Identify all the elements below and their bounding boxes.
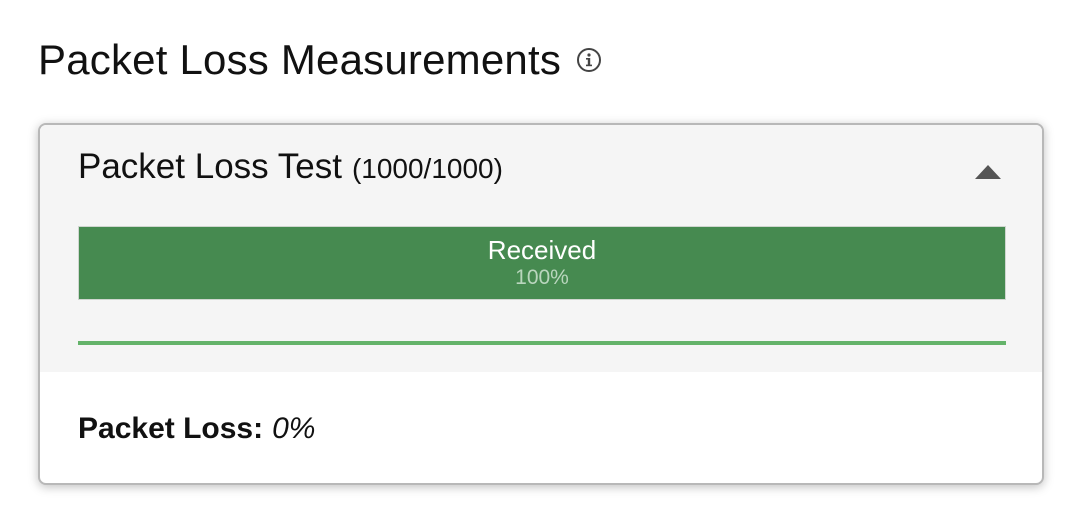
test-name: Packet Loss Test	[78, 147, 342, 186]
received-percent: 100%	[515, 266, 569, 289]
received-bar-labels: Received 100%	[79, 227, 1005, 299]
collapse-toggle-button[interactable]	[972, 161, 1004, 183]
received-label: Received	[487, 235, 597, 265]
packet-loss-card: Packet Loss Test (1000/1000) Received 10…	[38, 123, 1044, 485]
packet-loss-label: Packet Loss:	[78, 412, 264, 445]
test-heading[interactable]: Packet Loss Test (1000/1000)	[78, 147, 503, 191]
triangle-up-icon	[975, 165, 1001, 179]
page-header: Packet Loss Measurements	[38, 34, 603, 86]
card-header-section: Packet Loss Test (1000/1000) Received 10…	[40, 125, 1042, 372]
packet-loss-value: 0%	[272, 412, 316, 445]
packet-loss-summary: Packet Loss: 0%	[78, 412, 315, 446]
received-bar: Received 100%	[78, 226, 1006, 300]
test-count: (1000/1000)	[351, 153, 503, 184]
progress-line	[78, 341, 1006, 345]
page-title: Packet Loss Measurements	[38, 36, 562, 83]
info-icon[interactable]	[575, 46, 603, 74]
